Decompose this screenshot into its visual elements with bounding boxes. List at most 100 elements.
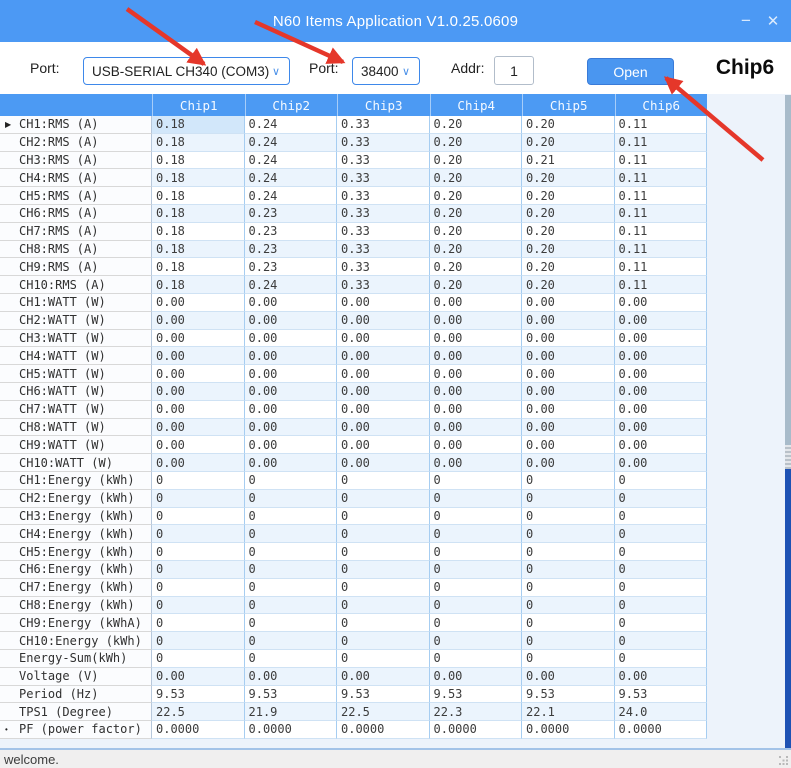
table-cell[interactable]: 0.00 bbox=[152, 312, 245, 330]
row-header[interactable]: CH3:Energy (kWh) bbox=[0, 508, 152, 526]
table-cell[interactable]: 0.00 bbox=[615, 668, 708, 686]
table-cell[interactable]: 0 bbox=[152, 525, 245, 543]
table-cell[interactable]: 0.00 bbox=[337, 312, 430, 330]
table-cell[interactable]: 0.33 bbox=[337, 223, 430, 241]
table-cell[interactable]: 0.00 bbox=[337, 330, 430, 348]
row-header[interactable]: ▶CH1:RMS (A) bbox=[0, 116, 152, 134]
table-cell[interactable]: 0.00 bbox=[337, 365, 430, 383]
table-cell[interactable]: 0.00 bbox=[152, 436, 245, 454]
table-cell[interactable]: 0.00 bbox=[522, 401, 615, 419]
table-cell[interactable]: 0.00 bbox=[337, 454, 430, 472]
table-cell[interactable]: 0.33 bbox=[337, 169, 430, 187]
table-cell[interactable]: 0.00 bbox=[430, 668, 523, 686]
minimize-button[interactable]: − bbox=[731, 0, 761, 42]
table-cell[interactable]: 0 bbox=[430, 543, 523, 561]
table-cell[interactable]: 0 bbox=[245, 650, 338, 668]
column-header[interactable]: Chip1 bbox=[152, 94, 245, 116]
table-cell[interactable]: 0 bbox=[337, 561, 430, 579]
table-cell[interactable]: 0 bbox=[430, 525, 523, 543]
table-cell[interactable]: 0.20 bbox=[522, 276, 615, 294]
table-cell[interactable]: 0.00 bbox=[152, 668, 245, 686]
table-cell[interactable]: 0 bbox=[522, 632, 615, 650]
row-header[interactable]: Period (Hz) bbox=[0, 686, 152, 704]
table-cell[interactable]: 0.18 bbox=[152, 205, 245, 223]
table-cell[interactable]: 0.24 bbox=[245, 276, 338, 294]
table-cell[interactable]: 0.11 bbox=[615, 152, 708, 170]
table-cell[interactable]: 0.00 bbox=[245, 330, 338, 348]
table-cell[interactable]: 0.20 bbox=[430, 152, 523, 170]
table-cell[interactable]: 22.5 bbox=[337, 703, 430, 721]
table-cell[interactable]: 0.00 bbox=[245, 312, 338, 330]
table-cell[interactable]: 0.11 bbox=[615, 134, 708, 152]
row-header[interactable]: CH8:WATT (W) bbox=[0, 419, 152, 437]
table-cell[interactable]: 0 bbox=[522, 614, 615, 632]
table-cell[interactable]: 0.00 bbox=[522, 436, 615, 454]
table-cell[interactable]: 0 bbox=[245, 579, 338, 597]
table-cell[interactable]: 0 bbox=[615, 490, 708, 508]
table-cell[interactable]: 0.00 bbox=[522, 419, 615, 437]
table-cell[interactable]: 0 bbox=[337, 650, 430, 668]
table-cell[interactable]: 0.00 bbox=[152, 347, 245, 365]
table-cell[interactable]: 0.20 bbox=[430, 241, 523, 259]
table-cell[interactable]: 0 bbox=[152, 561, 245, 579]
table-cell[interactable]: 0.00 bbox=[152, 330, 245, 348]
table-cell[interactable]: 0.00 bbox=[430, 347, 523, 365]
row-header[interactable]: CH5:WATT (W) bbox=[0, 365, 152, 383]
table-cell[interactable]: 0 bbox=[337, 543, 430, 561]
table-cell[interactable]: 0.00 bbox=[522, 330, 615, 348]
table-cell[interactable]: 0.00 bbox=[152, 365, 245, 383]
table-cell[interactable]: 0 bbox=[245, 490, 338, 508]
table-cell[interactable]: 0.33 bbox=[337, 276, 430, 294]
table-cell[interactable]: 0.00 bbox=[430, 401, 523, 419]
table-cell[interactable]: 0.11 bbox=[615, 241, 708, 259]
table-cell[interactable]: 0.18 bbox=[152, 152, 245, 170]
table-cell[interactable]: 0 bbox=[430, 490, 523, 508]
table-cell[interactable]: 0.00 bbox=[245, 454, 338, 472]
table-cell[interactable]: 0.00 bbox=[430, 330, 523, 348]
row-header[interactable]: CH2:Energy (kWh) bbox=[0, 490, 152, 508]
table-cell[interactable]: 0.18 bbox=[152, 169, 245, 187]
table-cell[interactable]: 0.00 bbox=[245, 668, 338, 686]
table-cell[interactable]: 0.00 bbox=[615, 436, 708, 454]
table-cell[interactable]: 0 bbox=[522, 508, 615, 526]
table-cell[interactable]: 0.0000 bbox=[615, 721, 708, 739]
table-cell[interactable]: 0.20 bbox=[522, 241, 615, 259]
column-header[interactable]: Chip6 bbox=[615, 94, 708, 116]
table-cell[interactable]: 0.00 bbox=[152, 383, 245, 401]
table-cell[interactable]: 0 bbox=[615, 579, 708, 597]
row-header[interactable]: •PF (power factor) bbox=[0, 721, 152, 739]
table-cell[interactable]: 0.20 bbox=[430, 169, 523, 187]
row-header[interactable]: Voltage (V) bbox=[0, 668, 152, 686]
table-cell[interactable]: 9.53 bbox=[245, 686, 338, 704]
table-cell[interactable]: 0.00 bbox=[430, 312, 523, 330]
row-header[interactable]: CH6:RMS (A) bbox=[0, 205, 152, 223]
table-cell[interactable]: 9.53 bbox=[337, 686, 430, 704]
table-cell[interactable]: 0 bbox=[337, 490, 430, 508]
table-cell[interactable]: 0.20 bbox=[430, 134, 523, 152]
table-cell[interactable]: 0 bbox=[430, 579, 523, 597]
row-header[interactable]: CH3:RMS (A) bbox=[0, 152, 152, 170]
row-header[interactable]: CH5:Energy (kWh) bbox=[0, 543, 152, 561]
table-cell[interactable]: 0.00 bbox=[245, 419, 338, 437]
table-cell[interactable]: 0.20 bbox=[430, 276, 523, 294]
table-cell[interactable]: 0.00 bbox=[430, 365, 523, 383]
table-cell[interactable]: 0 bbox=[245, 632, 338, 650]
table-cell[interactable]: 0 bbox=[522, 543, 615, 561]
table-cell[interactable]: 0.00 bbox=[245, 436, 338, 454]
table-cell[interactable]: 0.00 bbox=[522, 347, 615, 365]
table-cell[interactable]: 0 bbox=[615, 632, 708, 650]
table-cell[interactable]: 22.1 bbox=[522, 703, 615, 721]
table-cell[interactable]: 0.00 bbox=[152, 401, 245, 419]
table-cell[interactable]: 0.00 bbox=[522, 383, 615, 401]
table-cell[interactable]: 0.18 bbox=[152, 223, 245, 241]
row-header[interactable]: CH10:WATT (W) bbox=[0, 454, 152, 472]
row-header[interactable]: CH3:WATT (W) bbox=[0, 330, 152, 348]
table-cell[interactable]: 0.00 bbox=[522, 294, 615, 312]
table-cell[interactable]: 0.00 bbox=[522, 365, 615, 383]
table-cell[interactable]: 0.00 bbox=[430, 294, 523, 312]
row-header[interactable]: CH4:WATT (W) bbox=[0, 347, 152, 365]
table-cell[interactable]: 0.00 bbox=[337, 419, 430, 437]
table-cell[interactable]: 0.00 bbox=[152, 294, 245, 312]
table-cell[interactable]: 0.11 bbox=[615, 169, 708, 187]
table-cell[interactable]: 22.5 bbox=[152, 703, 245, 721]
